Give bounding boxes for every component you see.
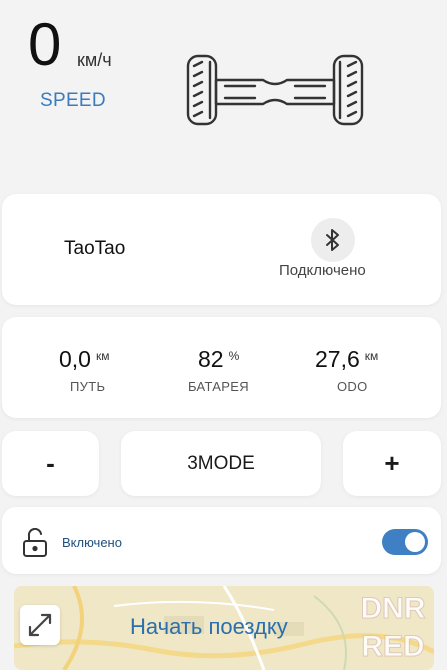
lock-toggle[interactable]: [382, 529, 428, 555]
start-ride-button[interactable]: Начать поездку: [130, 614, 288, 640]
odo-value: 27,6: [315, 346, 360, 372]
hoverboard-icon: [186, 54, 364, 126]
watermark-logo: DNR RED: [360, 592, 426, 664]
bluetooth-button[interactable]: [311, 218, 355, 262]
trip-value: 0,0: [59, 346, 91, 372]
expand-icon: [28, 613, 52, 637]
odo-stat: 27,6 км: [315, 346, 378, 373]
watermark-line1: DNR: [361, 592, 426, 625]
battery-unit: %: [228, 349, 240, 363]
battery-value: 82: [198, 346, 224, 372]
mode-button[interactable]: 3MODE: [121, 431, 321, 496]
connection-status: Подключено: [279, 262, 366, 279]
speed-value: 0: [28, 11, 62, 78]
speed-header: 0 км/ч SPEED: [0, 0, 447, 180]
decrease-mode-button[interactable]: -: [2, 431, 99, 496]
watermark-line2: RED: [361, 630, 424, 663]
odo-label: ODO: [337, 379, 368, 394]
stats-card: 0,0 км ПУТЬ 82% БАТАРЕЯ 27,6 км ODO: [2, 317, 441, 418]
increase-mode-button[interactable]: +: [343, 431, 441, 496]
odo-unit: км: [364, 349, 379, 363]
battery-label: БАТАРЕЯ: [188, 379, 249, 394]
trip-stat: 0,0 км: [59, 346, 109, 373]
device-card[interactable]: TaoTao: [2, 194, 441, 305]
trip-unit: км: [95, 349, 110, 363]
device-name: TaoTao: [64, 238, 126, 259]
unlock-icon: [23, 528, 47, 557]
expand-map-button[interactable]: [20, 605, 60, 645]
lock-status-label: Включено: [62, 535, 122, 550]
lock-card: Включено: [2, 507, 441, 574]
speed-unit: км/ч: [77, 50, 112, 70]
bluetooth-icon: [326, 229, 339, 251]
toggle-knob: [405, 532, 425, 552]
battery-stat: 82%: [198, 346, 239, 373]
trip-label: ПУТЬ: [70, 379, 106, 394]
speed-label: SPEED: [40, 90, 106, 111]
